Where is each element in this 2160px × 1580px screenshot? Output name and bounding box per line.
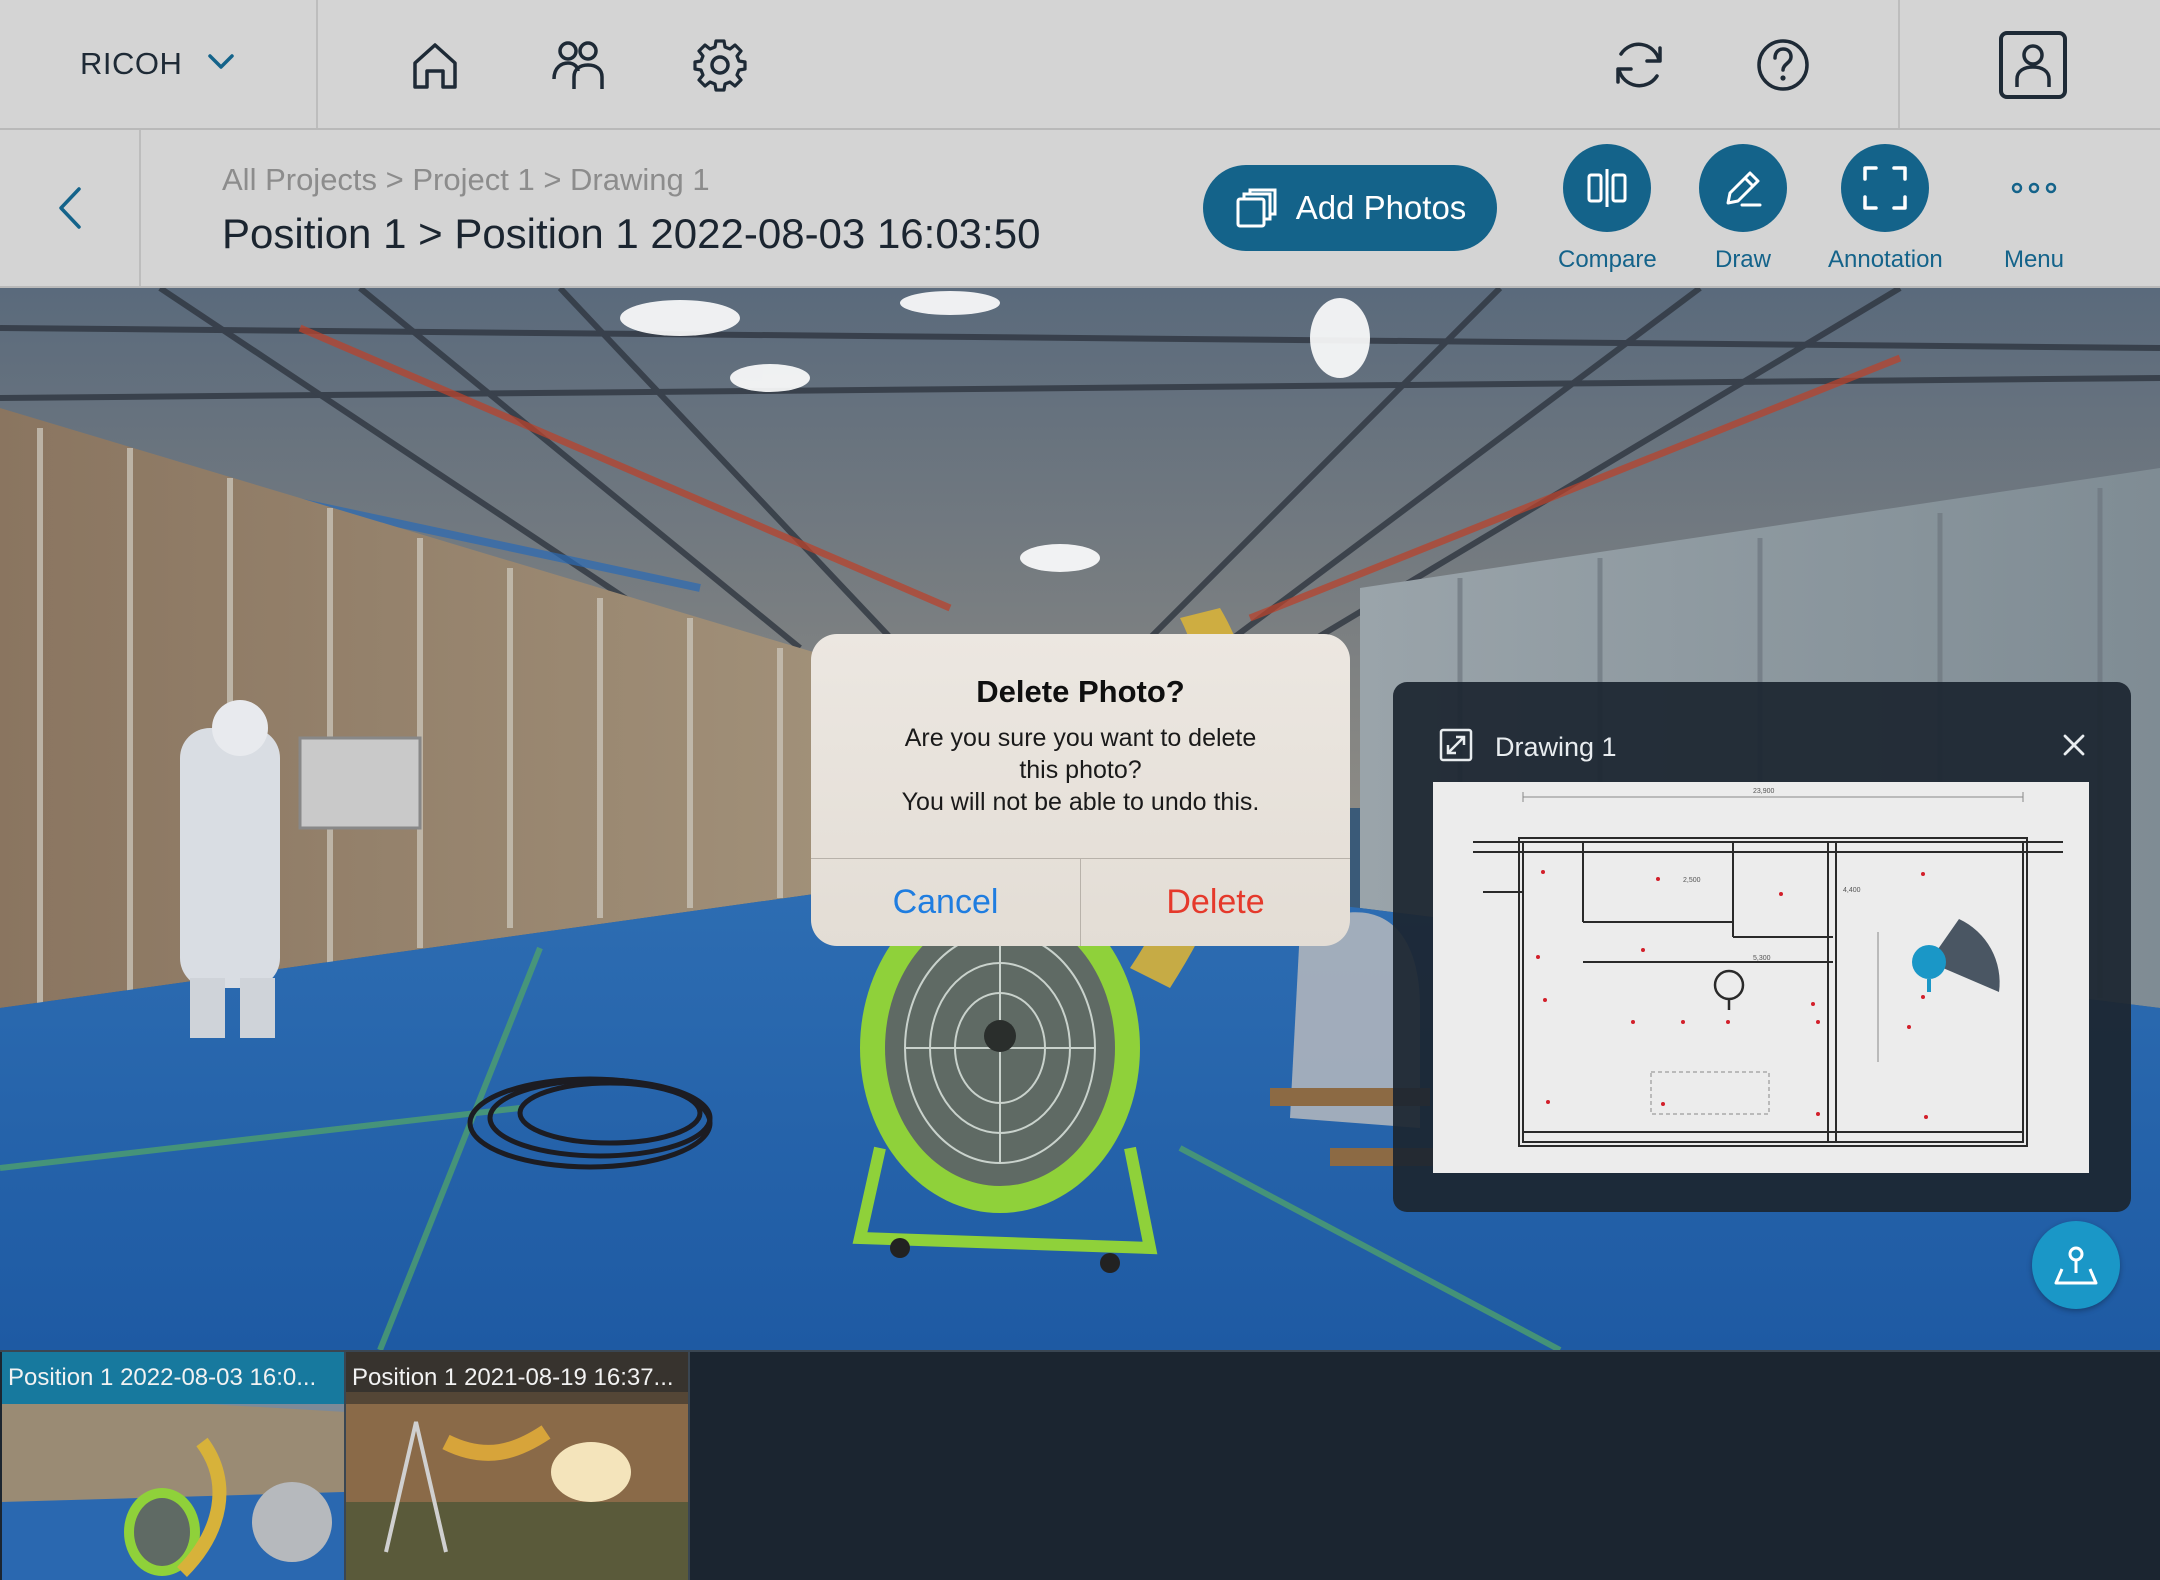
- cancel-button[interactable]: Cancel: [811, 859, 1081, 946]
- thumbnail-caption: Position 1 2021-08-19 16:37...: [346, 1352, 688, 1404]
- app-root: RICOH All Projects > Project 1 > Drawing…: [0, 0, 2160, 1580]
- chevron-left-icon: [58, 187, 81, 229]
- users-icon[interactable]: [543, 30, 613, 100]
- minimap-title: Drawing 1: [1495, 732, 1617, 762]
- menu-button[interactable]: Menu: [1990, 144, 2078, 274]
- user-profile-icon[interactable]: [1996, 28, 2070, 102]
- minimap-header: Drawing 1: [1439, 728, 1617, 767]
- top-navigation-bar: RICOH: [0, 0, 2160, 130]
- draw-label: Draw: [1714, 246, 1771, 273]
- dialog-message: Are you sure you want to delete this pho…: [811, 722, 1350, 818]
- close-icon[interactable]: [2055, 726, 2093, 764]
- delete-photo-dialog: Delete Photo? Are you sure you want to d…: [811, 634, 1350, 946]
- delete-button[interactable]: Delete: [1081, 859, 1350, 946]
- photo-thumbnail[interactable]: Position 1 2022-08-03 16:0...: [2, 1352, 346, 1580]
- compare-icon: [1563, 144, 1652, 232]
- annotation-label: Annotation: [1828, 246, 1943, 273]
- photo-thumbnail[interactable]: Position 1 2021-08-19 16:37...: [346, 1352, 690, 1580]
- map-locate-button[interactable]: [2032, 1221, 2120, 1309]
- plan-dimension-label: 23,900: [1753, 788, 1775, 795]
- home-icon[interactable]: [400, 30, 470, 100]
- organization-switcher[interactable]: RICOH: [0, 0, 318, 128]
- back-button[interactable]: [0, 130, 141, 286]
- photo-header-bar: All Projects > Project 1 > Drawing 1 Pos…: [0, 130, 2160, 288]
- dialog-message-line: You will not be able to undo this.: [901, 788, 1260, 816]
- dialog-message-line: this photo?: [1019, 756, 1142, 784]
- minimap-panel: Drawing 1 23,900 2,500 4,400 5,300: [1393, 682, 2131, 1212]
- page-title: Position 1 > Position 1 2022-08-03 16:03…: [222, 210, 1041, 257]
- annotation-button[interactable]: Annotation: [1828, 144, 1943, 274]
- photos-stack-icon: [1236, 188, 1277, 228]
- breadcrumb[interactable]: All Projects > Project 1 > Drawing 1: [222, 162, 710, 198]
- user-profile-area: [1898, 0, 2160, 128]
- map-locate-icon: [2054, 1246, 2098, 1285]
- thumbnail-caption: Position 1 2022-08-03 16:0...: [2, 1352, 344, 1404]
- draw-button[interactable]: Draw: [1699, 144, 1787, 274]
- annotation-frame-icon: [1841, 144, 1930, 232]
- compare-label: Compare: [1558, 246, 1657, 273]
- current-position-marker[interactable]: [1912, 919, 2000, 992]
- pencil-icon: [1699, 144, 1787, 232]
- add-photos-button[interactable]: Add Photos: [1203, 165, 1497, 251]
- dialog-title: Delete Photo?: [976, 674, 1185, 709]
- compare-button[interactable]: Compare: [1558, 144, 1657, 274]
- photo-filmstrip: Position 1 2022-08-03 16:0... Position 1…: [0, 1350, 2160, 1580]
- floor-plan[interactable]: 23,900 2,500 4,400 5,300: [1433, 782, 2089, 1173]
- settings-gear-icon[interactable]: [685, 30, 755, 100]
- plan-dimension-label: 2,500: [1683, 877, 1701, 884]
- plan-dimension-label: 5,300: [1753, 955, 1771, 962]
- position-pin-icon[interactable]: [1713, 969, 1745, 1010]
- plan-dimension-label: 4,400: [1843, 887, 1861, 894]
- help-icon[interactable]: [1748, 30, 1818, 100]
- chevron-down-icon: [206, 52, 236, 77]
- menu-label: Menu: [2003, 246, 2065, 273]
- sync-icon[interactable]: [1604, 30, 1674, 100]
- dialog-actions: Cancel Delete: [811, 858, 1350, 946]
- expand-icon[interactable]: [1439, 728, 1473, 767]
- more-dots-icon: [1990, 144, 2078, 232]
- organization-name: RICOH: [80, 46, 183, 81]
- dialog-message-line: Are you sure you want to delete: [904, 724, 1257, 752]
- add-photos-label: Add Photos: [1295, 189, 1467, 226]
